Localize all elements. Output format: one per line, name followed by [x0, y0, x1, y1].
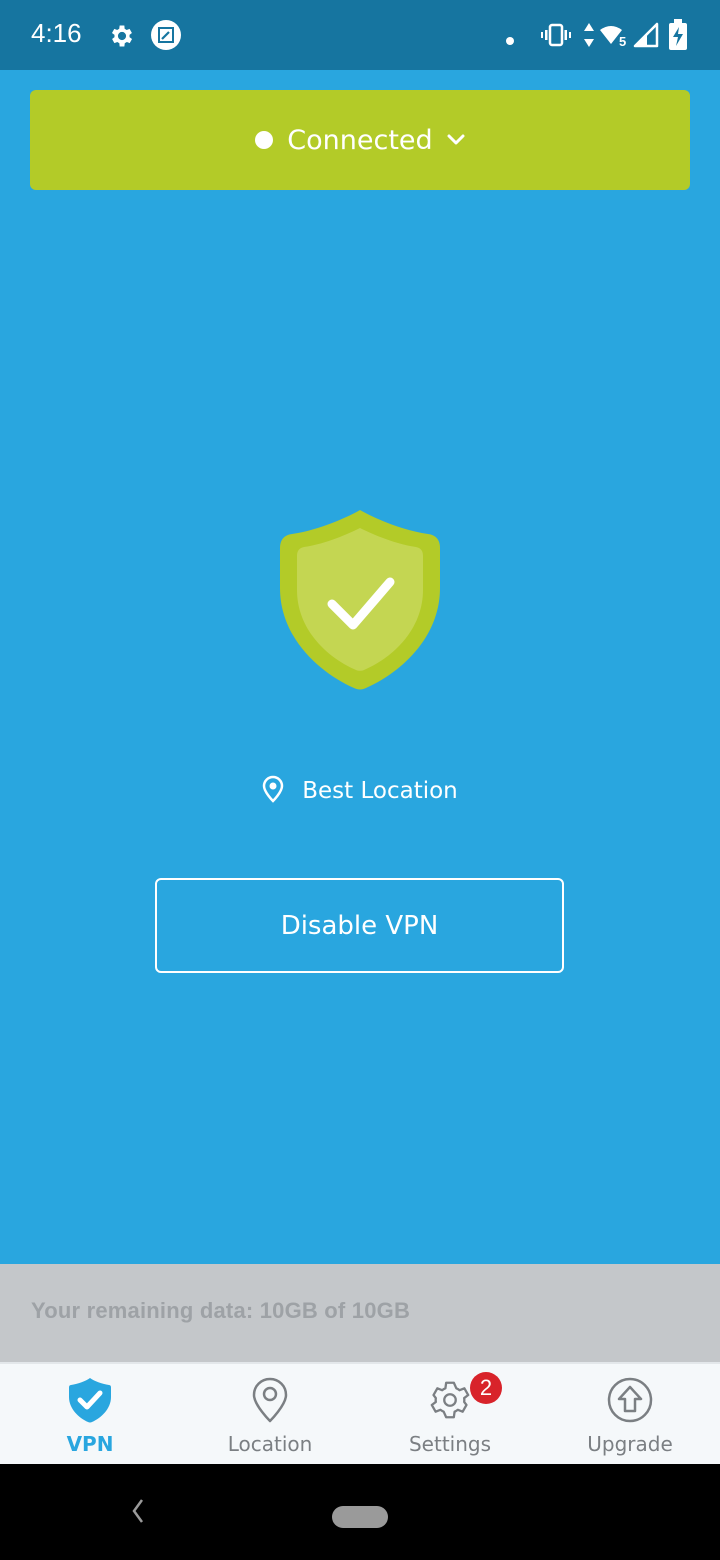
- screenshot-edit-icon: [151, 20, 181, 54]
- battery-charging-icon: [668, 19, 688, 55]
- svg-text:5: 5: [619, 34, 626, 48]
- main-panel: Connected Best Location Disable VPN: [0, 70, 720, 1264]
- wifi-5-icon: 5: [599, 22, 631, 52]
- tab-location[interactable]: Location: [180, 1364, 360, 1464]
- connection-status-dropdown[interactable]: Connected: [30, 90, 690, 190]
- status-bar: 4:16 5: [0, 0, 720, 70]
- selected-location[interactable]: Best Location: [0, 775, 720, 807]
- vibrate-icon: [541, 23, 571, 51]
- location-pin-icon: [252, 1376, 288, 1424]
- connection-status-label: Connected: [287, 124, 433, 156]
- data-arrows-icon: [583, 22, 595, 52]
- tab-upgrade[interactable]: Upgrade: [540, 1364, 720, 1464]
- gear-icon: [108, 22, 136, 54]
- tab-label: Settings: [408, 1432, 492, 1456]
- bottom-tab-bar: VPN Location Settings Upgrade 2: [0, 1362, 720, 1464]
- cell-signal-icon: [633, 22, 659, 52]
- home-pill-button[interactable]: [332, 1506, 388, 1528]
- upgrade-arrow-icon: [607, 1376, 653, 1424]
- location-label: Best Location: [302, 778, 458, 804]
- disable-vpn-button[interactable]: Disable VPN: [155, 878, 564, 973]
- system-nav-bar: [0, 1464, 720, 1560]
- remaining-data-text: Your remaining data: 10GB of 10GB: [31, 1298, 411, 1323]
- tab-label: Upgrade: [587, 1432, 673, 1456]
- tab-settings[interactable]: Settings: [360, 1364, 540, 1464]
- status-time: 4:16: [31, 18, 82, 48]
- back-icon[interactable]: [128, 1496, 148, 1530]
- chevron-down-icon: [447, 131, 465, 150]
- notification-dot-icon: [505, 31, 515, 50]
- data-usage-bar: Your remaining data: 10GB of 10GB: [0, 1264, 720, 1362]
- gear-icon: [427, 1376, 473, 1424]
- status-dot-icon: [255, 131, 274, 149]
- shield-check-icon: [280, 508, 440, 690]
- tab-label: VPN: [66, 1432, 114, 1456]
- shield-check-icon: [68, 1376, 112, 1424]
- tab-vpn[interactable]: VPN: [0, 1364, 180, 1464]
- location-pin-icon: [262, 775, 284, 807]
- settings-notification-badge: 2: [470, 1372, 502, 1404]
- tab-label: Location: [227, 1432, 313, 1456]
